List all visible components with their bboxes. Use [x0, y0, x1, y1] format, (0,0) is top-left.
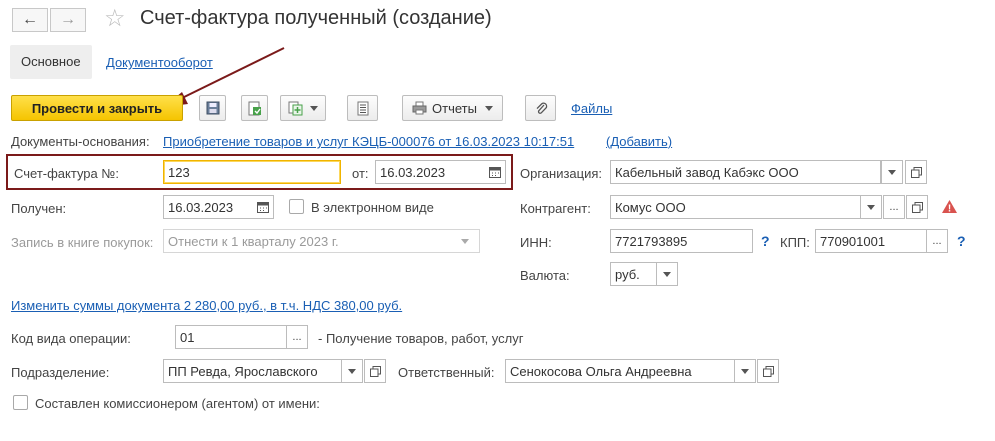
open-window-icon	[910, 166, 922, 178]
counterparty-dropdown[interactable]	[860, 195, 882, 219]
attach-button[interactable]	[525, 95, 556, 121]
chevron-down-icon	[888, 169, 896, 175]
arrow-left-icon: ←	[22, 11, 38, 28]
op-code-label: Код вида операции:	[11, 331, 131, 346]
op-code-description: - Получение товаров, работ, услуг	[318, 331, 524, 346]
currency-input[interactable]: руб.	[610, 262, 657, 286]
forward-button[interactable]: →	[50, 8, 86, 32]
files-link[interactable]: Файлы	[571, 101, 612, 116]
organization-dropdown[interactable]	[881, 160, 903, 184]
counterparty-open-button[interactable]	[906, 195, 928, 219]
back-button[interactable]: ←	[12, 8, 48, 32]
currency-dropdown[interactable]	[656, 262, 678, 286]
currency-label: Валюта:	[520, 268, 570, 283]
chevron-down-icon	[348, 368, 356, 374]
open-window-icon	[369, 365, 381, 377]
responsible-dropdown[interactable]	[734, 359, 756, 383]
division-dropdown[interactable]	[341, 359, 363, 383]
agent-checkbox[interactable]	[13, 395, 28, 410]
kpp-input[interactable]: 770901001	[815, 229, 927, 253]
chevron-down-icon	[663, 271, 671, 277]
inn-help-icon[interactable]: ?	[761, 233, 770, 249]
chevron-down-icon	[461, 238, 469, 244]
responsible-input[interactable]: Сенокосова Ольга Андреевна	[505, 359, 735, 383]
responsible-open-button[interactable]	[757, 359, 779, 383]
reports-button[interactable]: Отчеты	[402, 95, 503, 121]
star-icon[interactable]: ☆	[104, 4, 126, 33]
post-document-icon	[248, 101, 261, 115]
warning-mark: !	[948, 204, 951, 215]
basis-label: Документы-основания:	[11, 134, 150, 149]
op-code-input[interactable]: 01	[175, 325, 287, 349]
purchase-book-select: Отнести к 1 кварталу 2023 г.	[163, 229, 480, 253]
chevron-down-icon	[741, 368, 749, 374]
organization-label: Организация:	[520, 166, 603, 181]
reports-label: Отчеты	[432, 100, 477, 116]
division-input[interactable]: ПП Ревда, Ярославского	[163, 359, 342, 383]
invoice-date-label: от:	[352, 166, 369, 181]
division-label: Подразделение:	[11, 365, 110, 380]
counterparty-input[interactable]: Комус ООО	[610, 195, 861, 219]
add-basis-link[interactable]: (Добавить)	[606, 134, 672, 149]
paperclip-icon	[536, 102, 547, 114]
division-open-button[interactable]	[364, 359, 386, 383]
received-date-input[interactable]: 16.03.2023	[163, 195, 274, 219]
create-based-icon	[288, 101, 303, 115]
post-button[interactable]	[241, 95, 268, 121]
list-icon	[357, 101, 368, 115]
invoice-number-input[interactable]: 123	[163, 160, 341, 184]
inn-input[interactable]: 7721793895	[610, 229, 753, 253]
received-date-value: 16.03.2023	[168, 199, 234, 215]
electronic-checkbox[interactable]	[289, 199, 304, 214]
create-based-on-button[interactable]	[280, 95, 326, 121]
kpp-select-button[interactable]: ...	[926, 229, 948, 253]
change-sums-link[interactable]: Изменить суммы документа 2 280,00 руб., …	[11, 298, 402, 313]
organization-open-button[interactable]	[905, 160, 927, 184]
calendar-icon[interactable]	[489, 166, 501, 178]
save-icon	[206, 101, 219, 115]
purchase-book-label: Запись в книге покупок:	[11, 235, 154, 250]
save-button[interactable]	[199, 95, 226, 121]
arrow-right-icon: →	[60, 11, 76, 28]
chevron-down-icon	[310, 105, 318, 111]
warning-icon: !	[942, 200, 957, 215]
chevron-down-icon	[867, 204, 875, 210]
invoice-date-input[interactable]: 16.03.2023	[375, 160, 506, 184]
op-code-select-button[interactable]: ...	[286, 325, 308, 349]
kpp-label: КПП:	[780, 235, 810, 250]
calendar-icon[interactable]	[257, 201, 269, 213]
open-window-icon	[762, 365, 774, 377]
inn-label: ИНН:	[520, 235, 552, 250]
invoice-number-label: Счет-фактура №:	[14, 166, 119, 181]
kpp-help-icon[interactable]: ?	[957, 233, 966, 249]
received-label: Получен:	[11, 201, 67, 216]
printer-icon	[412, 101, 427, 115]
tab-main[interactable]: Основное	[10, 45, 92, 79]
page-title: Счет-фактура полученный (создание)	[140, 7, 492, 29]
purchase-book-value: Отнести к 1 кварталу 2023 г.	[168, 233, 339, 249]
agent-label: Составлен комиссионером (агентом) от име…	[35, 396, 320, 411]
responsible-label: Ответственный:	[398, 365, 495, 380]
chevron-down-icon	[484, 105, 493, 111]
counterparty-label: Контрагент:	[520, 201, 591, 216]
list-button[interactable]	[347, 95, 378, 121]
organization-input[interactable]: Кабельный завод Кабэкс ООО	[610, 160, 881, 184]
invoice-date-value: 16.03.2023	[380, 164, 446, 180]
electronic-label: В электронном виде	[311, 200, 434, 215]
basis-document-link[interactable]: Приобретение товаров и услуг КЭЦБ-000076…	[163, 134, 574, 149]
open-window-icon	[911, 201, 923, 213]
counterparty-select-button[interactable]: ...	[883, 195, 905, 219]
post-and-close-button[interactable]: Провести и закрыть	[11, 95, 183, 121]
